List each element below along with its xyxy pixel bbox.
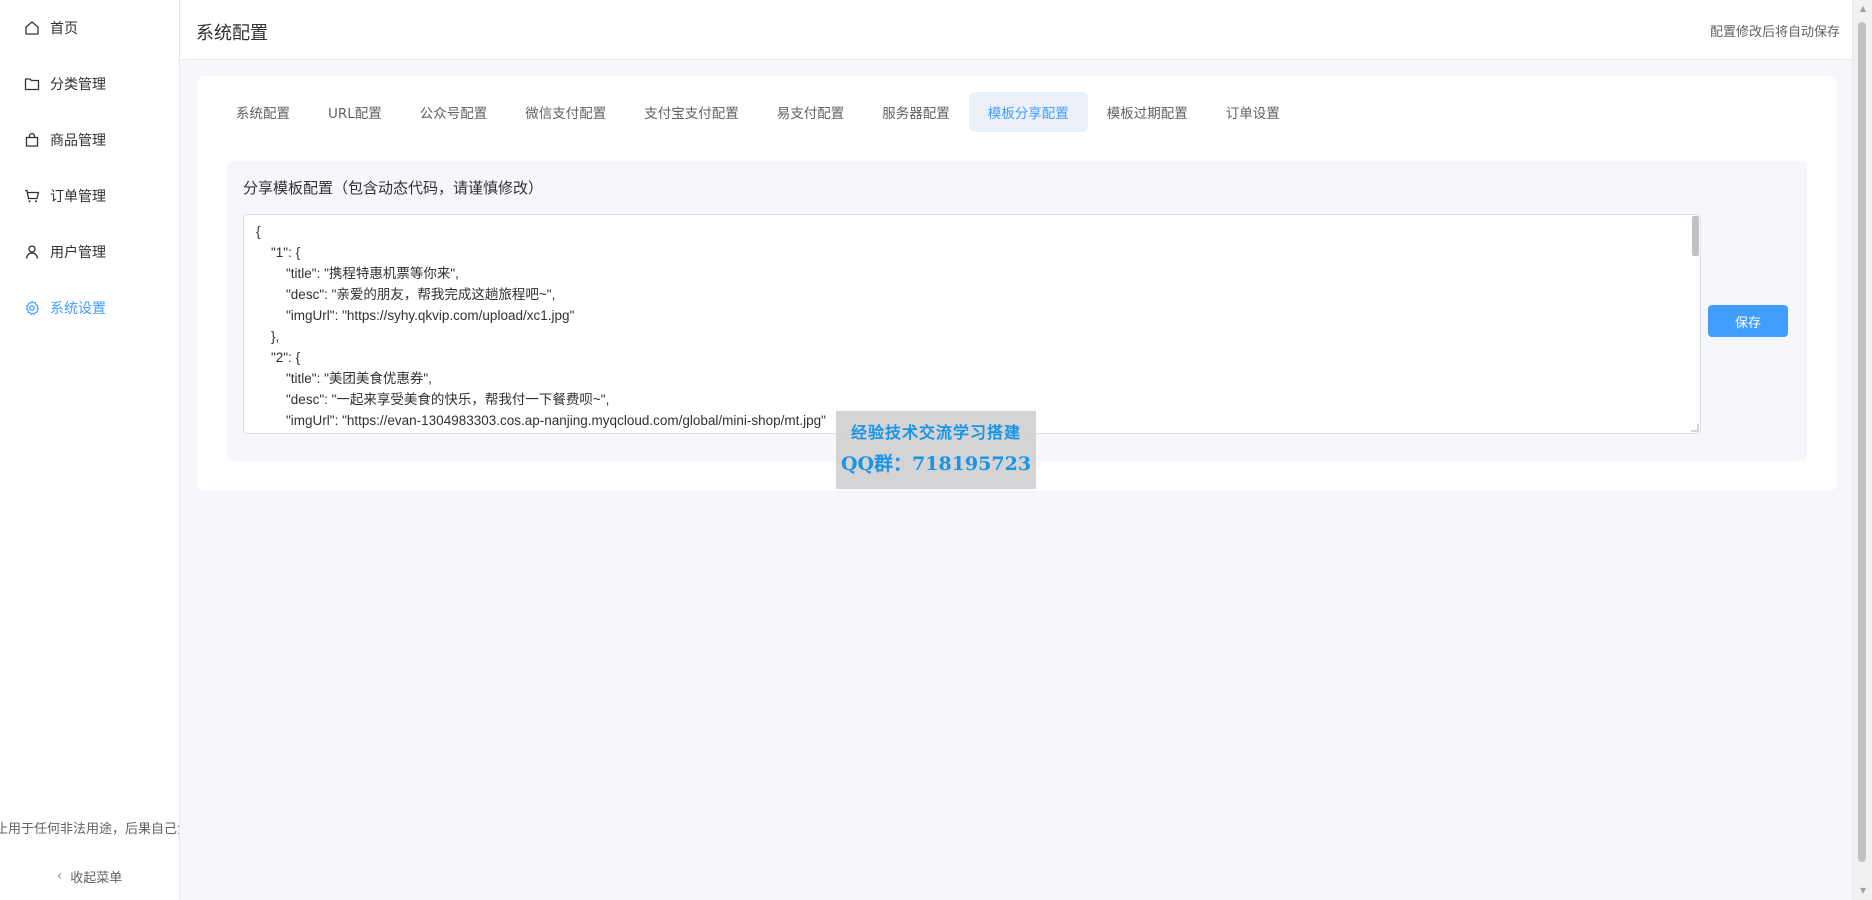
editor-scrollbar[interactable] xyxy=(1692,216,1699,256)
sidebar-item-label: 用户管理 xyxy=(50,245,106,261)
share-template-editor[interactable]: { "1": { "title": "携程特惠机票等你来", "desc": "… xyxy=(243,214,1701,434)
sidebar-item-label: 首页 xyxy=(50,21,78,37)
sidebar-item-label: 系统设置 xyxy=(50,301,106,317)
gear-icon xyxy=(24,300,40,316)
tab-official-account-config[interactable]: 公众号配置 xyxy=(401,92,507,132)
watermark-line-1: 经验技术交流学习搭建 xyxy=(850,423,1021,442)
sidebar-item-label: 分类管理 xyxy=(50,77,106,93)
chevron-left-icon: ‹ xyxy=(56,868,63,884)
tab-epay-config[interactable]: 易支付配置 xyxy=(758,92,864,132)
tab-system-config[interactable]: 系统配置 xyxy=(217,92,309,132)
header: 系统配置 配置修改后将自动保存 xyxy=(180,0,1852,60)
tab-alipay-config[interactable]: 支付宝支付配置 xyxy=(625,92,758,132)
scrollbar-thumb[interactable] xyxy=(1858,22,1866,862)
scroll-down-arrow-icon[interactable]: ▼ xyxy=(1858,886,1868,896)
tab-url-config[interactable]: URL配置 xyxy=(309,92,401,132)
share-template-label: 分享模板配置（包含动态代码，请谨慎修改） xyxy=(243,179,544,197)
page-title: 系统配置 xyxy=(196,23,268,44)
tab-server-config[interactable]: 服务器配置 xyxy=(863,92,969,132)
save-button[interactable]: 保存 xyxy=(1708,305,1788,337)
sidebar-item-label: 订单管理 xyxy=(50,189,106,205)
resize-grip-icon[interactable] xyxy=(1691,424,1699,432)
autosave-note: 配置修改后将自动保存 xyxy=(1709,25,1840,40)
tab-template-share-config[interactable]: 模板分享配置 xyxy=(968,92,1088,132)
cart-icon xyxy=(24,188,40,204)
user-icon xyxy=(24,244,40,260)
watermark-line-2: QQ群：718195723 xyxy=(840,453,1032,475)
collapse-menu-button[interactable]: ‹ 收起菜单 xyxy=(0,864,179,888)
folder-icon xyxy=(24,76,40,92)
watermark-overlay: 经验技术交流学习搭建 QQ群：718195723 xyxy=(836,411,1036,489)
sidebar-item-products[interactable]: 商品管理 xyxy=(0,120,179,160)
scroll-up-arrow-icon[interactable]: ▲ xyxy=(1858,4,1868,14)
tab-template-expire-config[interactable]: 模板过期配置 xyxy=(1088,92,1207,132)
sidebar-item-settings[interactable]: 系统设置 xyxy=(0,288,179,328)
sidebar: 首页 分类管理 商品管理 订单管理 用户管理 系统设置 禁止用于任何非法用途，后… xyxy=(0,0,180,900)
collapse-menu-label: 收起菜单 xyxy=(70,870,123,886)
tab-wechat-pay-config[interactable]: 微信支付配置 xyxy=(506,92,625,132)
bag-icon xyxy=(24,132,40,148)
sidebar-item-users[interactable]: 用户管理 xyxy=(0,232,179,272)
disclaimer-text: 禁止用于任何非法用途，后果自己负责 xyxy=(0,822,179,837)
sidebar-item-orders[interactable]: 订单管理 xyxy=(0,176,179,216)
sidebar-item-categories[interactable]: 分类管理 xyxy=(0,64,179,104)
tab-order-settings[interactable]: 订单设置 xyxy=(1207,92,1299,132)
config-tabs: 系统配置 URL配置 公众号配置 微信支付配置 支付宝支付配置 易支付配置 服务… xyxy=(217,92,1299,132)
sidebar-item-home[interactable]: 首页 xyxy=(0,8,179,48)
sidebar-item-label: 商品管理 xyxy=(50,133,106,149)
home-icon xyxy=(24,20,40,36)
page-scrollbar[interactable]: ▲ ▼ xyxy=(1852,0,1872,900)
